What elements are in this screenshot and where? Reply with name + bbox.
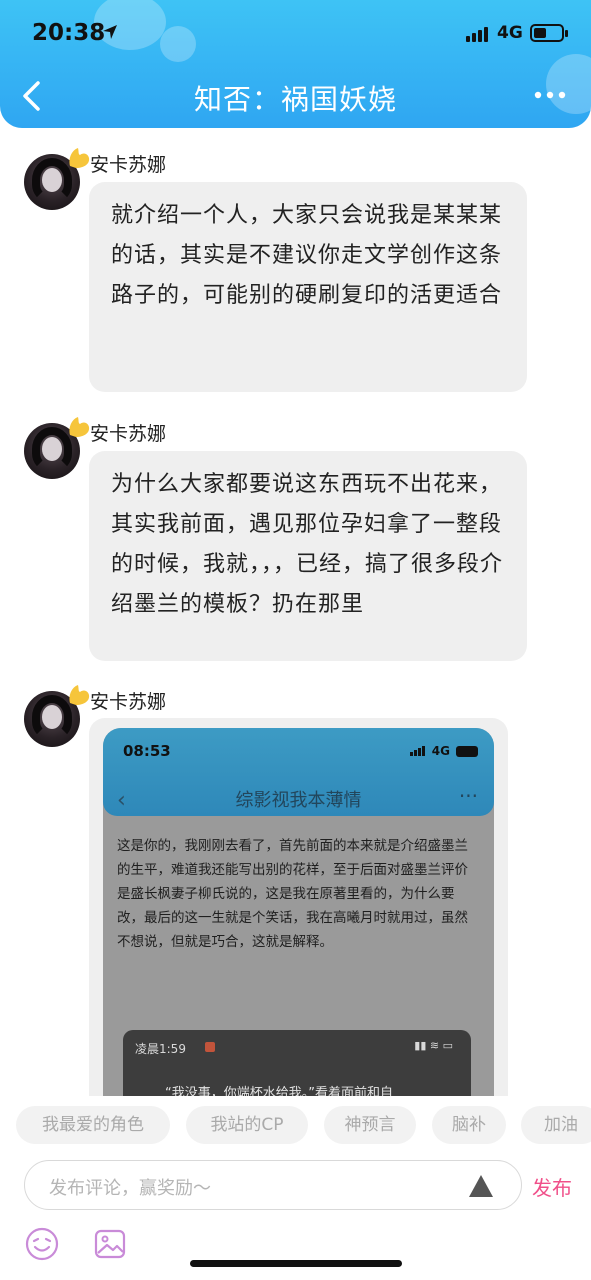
top-header: 20:38 4G 知否：祸国妖娆: [0, 0, 591, 128]
quick-tag-chips: 我最爱的角色 我站的CP 神预言 脑补 加油: [0, 1106, 591, 1146]
username: 安卡苏娜: [90, 154, 167, 176]
username: 安卡苏娜: [90, 423, 167, 445]
message-bubble: 就介绍一个人，大家只会说我是某某某的话，其实是不建议你走文学创作这条路子的，可能…: [89, 182, 527, 392]
cellular-signal-icon: [466, 26, 492, 42]
home-indicator: [190, 1260, 402, 1267]
nested-time: 凌晨1:59: [135, 1042, 186, 1056]
location-arrow-icon: [103, 25, 117, 39]
comment-input[interactable]: 发布评论，赢奖励～: [24, 1160, 522, 1210]
embedded-header: 08:53 4G ‹ 综影视我本薄情 ···: [103, 728, 494, 816]
embedded-more-icon: ···: [458, 784, 478, 808]
embedded-battery-icon: [456, 746, 478, 757]
embedded-network: 4G: [431, 744, 450, 758]
nested-status-icons: ▮▮ ≋ ▭: [414, 1039, 453, 1052]
comment-composer: 我最爱的角色 我站的CP 神预言 脑补 加油 发布评论，赢奖励～ 发布: [0, 1096, 591, 1280]
publish-button[interactable]: 发布: [532, 1172, 572, 1201]
badge-hand-icon: [69, 417, 90, 437]
chip-favorite-character[interactable]: 我最爱的角色: [16, 1106, 170, 1144]
more-dots-icon[interactable]: [533, 80, 567, 110]
chip-imagination[interactable]: 脑补: [432, 1106, 506, 1144]
embedded-screenshot[interactable]: 08:53 4G ‹ 综影视我本薄情 ··· 这是你的，我刚刚去看了，首先前面的…: [103, 728, 494, 1098]
comment-placeholder: 发布评论，赢奖励～: [49, 1178, 211, 1199]
network-type: 4G: [497, 23, 523, 43]
status-bar: 20:38 4G: [0, 14, 591, 54]
status-time: 20:38: [32, 20, 106, 46]
page-title: 知否：祸国妖娆: [193, 83, 397, 116]
nav-bar: 知否：祸国妖娆: [0, 66, 591, 126]
image-picker-icon[interactable]: [92, 1226, 128, 1262]
embedded-signal-icon: [410, 746, 426, 756]
chip-prophecy[interactable]: 神预言: [324, 1106, 416, 1144]
chip-my-cp[interactable]: 我站的CP: [186, 1106, 308, 1144]
username: 安卡苏娜: [90, 691, 167, 713]
embedded-time: 08:53: [123, 742, 171, 760]
nested-app-icon: [205, 1042, 215, 1052]
triangle-icon[interactable]: [469, 1175, 493, 1197]
nested-screenshot: 凌晨1:59 ▮▮ ≋ ▭ “我没事，你端杯水给我。”看着面前和自: [123, 1030, 471, 1098]
embedded-title: 综影视我本薄情: [235, 790, 362, 811]
image-message-bubble[interactable]: 08:53 4G ‹ 综影视我本薄情 ··· 这是你的，我刚刚去看了，首先前面的…: [89, 718, 508, 1098]
message-bubble: 为什么大家都要说这东西玩不出花来，其实我前面，遇见那位孕妇拿了一整段的时候，我就…: [89, 451, 527, 661]
badge-hand-icon: [69, 148, 90, 168]
embedded-body-text: 这是你的，我刚刚去看了，首先前面的本来就是介绍盛墨兰的生平，难道我还能写出别的花…: [117, 838, 468, 950]
battery-icon: [530, 24, 568, 42]
badge-hand-icon: [69, 685, 90, 705]
emoji-icon[interactable]: [24, 1226, 60, 1262]
chip-cheer[interactable]: 加油: [521, 1106, 591, 1144]
